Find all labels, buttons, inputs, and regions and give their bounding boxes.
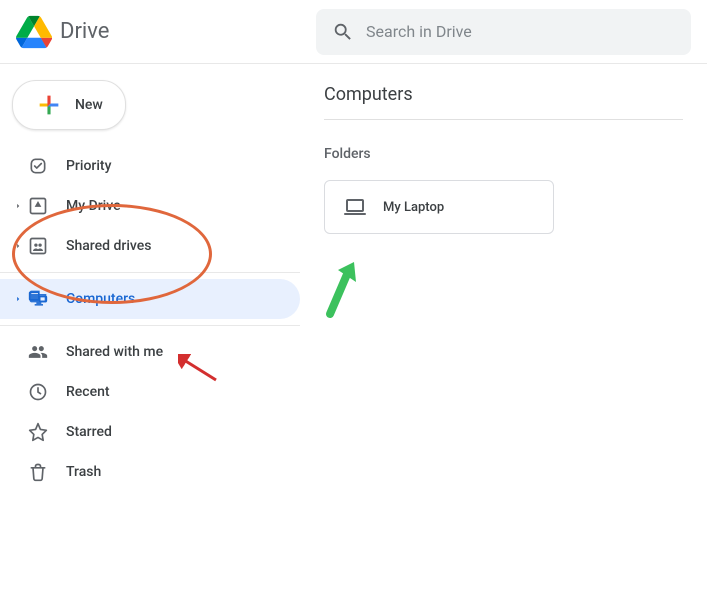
expand-icon[interactable] — [12, 294, 24, 304]
main-content: Computers Folders My Laptop — [300, 64, 707, 600]
logo-area[interactable]: Drive — [16, 14, 316, 50]
my-drive-icon — [28, 196, 48, 216]
sidebar-item-starred[interactable]: Starred — [0, 412, 300, 452]
search-icon — [332, 21, 354, 43]
shared-with-me-icon — [28, 342, 48, 362]
computers-icon — [28, 289, 48, 309]
header: Drive — [0, 0, 707, 64]
starred-icon — [28, 422, 48, 442]
new-button-label: New — [75, 97, 103, 113]
divider — [0, 272, 300, 273]
sidebar-item-shared-with-me[interactable]: Shared with me — [0, 332, 300, 372]
folder-card-my-laptop[interactable]: My Laptop — [324, 180, 554, 234]
drive-logo-icon — [16, 14, 52, 50]
folder-grid: My Laptop — [324, 180, 683, 234]
folder-label: My Laptop — [383, 200, 444, 215]
sidebar-item-label: Starred — [66, 424, 112, 440]
sidebar-item-label: Shared drives — [66, 238, 151, 254]
expand-icon[interactable] — [12, 201, 24, 211]
sidebar-item-label: Computers — [66, 291, 135, 307]
expand-icon[interactable] — [12, 241, 24, 251]
search-bar[interactable] — [316, 9, 691, 55]
shared-drives-icon — [28, 236, 48, 256]
sidebar-item-my-drive[interactable]: My Drive — [0, 186, 300, 226]
page-title: Computers — [324, 84, 683, 120]
sidebar-item-computers[interactable]: Computers — [0, 279, 300, 319]
sidebar-item-label: Priority — [66, 158, 111, 174]
new-button[interactable]: New — [12, 80, 126, 130]
sidebar-item-label: Recent — [66, 384, 110, 400]
section-label: Folders — [324, 146, 683, 162]
laptop-icon — [343, 195, 367, 219]
plus-icon — [35, 91, 63, 119]
divider — [0, 325, 300, 326]
sidebar-item-label: Trash — [66, 464, 101, 480]
sidebar-item-priority[interactable]: Priority — [0, 146, 300, 186]
priority-icon — [28, 156, 48, 176]
sidebar-item-label: Shared with me — [66, 344, 163, 360]
trash-icon — [28, 462, 48, 482]
recent-icon — [28, 382, 48, 402]
search-input[interactable] — [366, 22, 675, 41]
sidebar-item-recent[interactable]: Recent — [0, 372, 300, 412]
annotation-green-arrow — [310, 254, 360, 324]
sidebar: New Priority My Drive — [0, 64, 300, 600]
sidebar-item-trash[interactable]: Trash — [0, 452, 300, 492]
sidebar-item-label: My Drive — [66, 198, 121, 214]
sidebar-item-shared-drives[interactable]: Shared drives — [0, 226, 300, 266]
app-name: Drive — [60, 19, 109, 44]
